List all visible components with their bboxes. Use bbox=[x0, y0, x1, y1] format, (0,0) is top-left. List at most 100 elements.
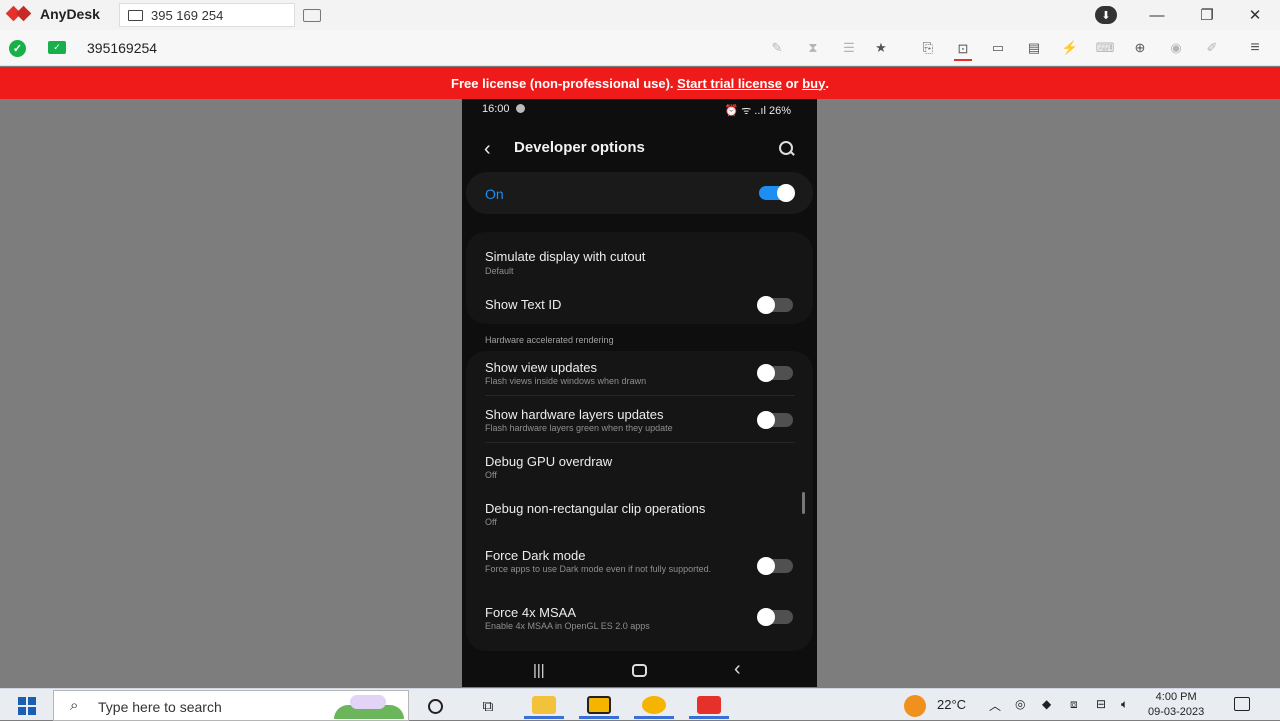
item-subtitle: Default bbox=[485, 266, 514, 276]
display-icon[interactable]: ▭ bbox=[989, 39, 1007, 57]
show-view-updates-item[interactable]: Show view updates Flash views inside win… bbox=[466, 351, 813, 397]
chevron-up-icon[interactable]: ︿ bbox=[989, 697, 1001, 714]
item-title: Debug GPU overdraw bbox=[485, 454, 613, 469]
temperature[interactable]: 22°C bbox=[937, 697, 966, 712]
master-switch[interactable] bbox=[759, 184, 795, 202]
privacy-icon[interactable]: ⊕ bbox=[1131, 39, 1149, 57]
file-transfer-icon[interactable]: ⎘ bbox=[919, 39, 937, 57]
menu-icon[interactable]: ≡ bbox=[1246, 39, 1264, 57]
search-icon: ⌕ bbox=[70, 697, 79, 714]
taskbar-clock[interactable]: 4:00 PM 09-03-2023 bbox=[1148, 690, 1204, 720]
windows-start-icon[interactable] bbox=[18, 697, 36, 715]
cortana-icon[interactable] bbox=[415, 693, 455, 719]
show-text-id-item[interactable]: Show Text ID bbox=[466, 278, 813, 324]
item-subtitle: Flash views inside windows when drawn bbox=[485, 376, 647, 386]
buy-link[interactable]: buy bbox=[802, 76, 825, 91]
force-dark-mode-item[interactable]: Force Dark mode Force apps to use Dark m… bbox=[466, 538, 813, 596]
item-title: Simulate display with cutout bbox=[485, 249, 646, 264]
monitor-icon bbox=[128, 9, 143, 21]
scrollbar[interactable] bbox=[802, 492, 805, 514]
screen-share-icon[interactable]: ⊡ bbox=[954, 39, 972, 61]
item-subtitle: Off bbox=[485, 517, 497, 527]
app-brand: AnyDesk bbox=[8, 6, 100, 22]
close-button[interactable]: ✕ bbox=[1232, 0, 1278, 30]
home-icon[interactable] bbox=[632, 664, 647, 677]
connection-ok-icon: ✓ bbox=[9, 40, 26, 57]
hardware-layers-switch[interactable] bbox=[757, 411, 793, 429]
section-header: Hardware accelerated rendering bbox=[485, 335, 614, 345]
item-subtitle: Force apps to use Dark mode even if not … bbox=[485, 564, 712, 574]
remote-address: 395169254 bbox=[87, 40, 158, 56]
chat-icon[interactable]: ✎ bbox=[768, 39, 786, 57]
search-icon[interactable] bbox=[779, 141, 795, 157]
status-indicators: ⏰ ᯤ ..ıl 26% bbox=[724, 105, 791, 117]
search-highlight-illustration bbox=[326, 693, 406, 719]
bolt-icon[interactable]: ⚡ bbox=[1061, 39, 1079, 57]
anydesk-logo-icon bbox=[8, 6, 32, 22]
recent-apps-icon[interactable]: ||| bbox=[533, 662, 545, 679]
anydesk-taskbar-icon[interactable] bbox=[689, 693, 729, 719]
volume-muted-icon[interactable]: 🔈︎ bbox=[1121, 697, 1128, 712]
keyboard-icon[interactable]: ⌨ bbox=[1096, 39, 1115, 57]
debug-clip-item[interactable]: Debug non-rectangular clip operations Of… bbox=[466, 491, 813, 537]
divider bbox=[485, 442, 795, 443]
record-icon[interactable]: ◉ bbox=[1167, 39, 1185, 57]
star-icon[interactable]: ★ bbox=[872, 39, 890, 57]
hardware-layers-item[interactable]: Show hardware layers updates Flash hardw… bbox=[466, 397, 813, 443]
onedrive-icon[interactable]: ◎ bbox=[1015, 697, 1025, 711]
usb-icon[interactable]: ⧈ bbox=[1070, 697, 1078, 712]
new-session-icon[interactable] bbox=[303, 9, 321, 22]
chat-bubble-icon[interactable]: ▤ bbox=[1025, 39, 1043, 57]
network-icon[interactable]: ⊟ bbox=[1096, 697, 1106, 711]
app-taskbar-icon[interactable] bbox=[579, 693, 619, 719]
item-subtitle: Enable 4x MSAA in OpenGL ES 2.0 apps bbox=[485, 621, 650, 631]
clock-date: 09-03-2023 bbox=[1148, 706, 1205, 718]
start-trial-link[interactable]: Start trial license bbox=[677, 76, 782, 91]
title-bar: AnyDesk 395 169 254 ⬇ — ❐ ✕ bbox=[0, 0, 1280, 30]
debug-gpu-overdraw-item[interactable]: Debug GPU overdraw Off bbox=[466, 444, 813, 490]
license-banner: Free license (non-professional use). Sta… bbox=[0, 67, 1280, 99]
simulate-cutout-item[interactable]: Simulate display with cutout Default bbox=[466, 232, 813, 278]
force-msaa-item[interactable]: Force 4x MSAA Enable 4x MSAA in OpenGL E… bbox=[466, 597, 813, 645]
settings-card: Show view updates Flash views inside win… bbox=[466, 351, 813, 651]
file-explorer-icon[interactable] bbox=[524, 693, 564, 719]
show-text-id-switch[interactable] bbox=[757, 296, 793, 314]
defender-icon[interactable]: ◆ bbox=[1042, 697, 1051, 711]
hourglass-icon[interactable]: ⧗ bbox=[804, 39, 822, 57]
minimize-button[interactable]: — bbox=[1134, 0, 1180, 30]
task-view-icon[interactable]: ⧉ bbox=[468, 693, 508, 719]
notification-icon[interactable] bbox=[1234, 697, 1250, 711]
session-tab[interactable]: 395 169 254 bbox=[119, 3, 295, 27]
item-subtitle: Off bbox=[485, 470, 497, 480]
taskbar-search-input[interactable]: ⌕ Type here to search bbox=[53, 690, 409, 721]
back-arrow-icon[interactable]: ‹ bbox=[484, 138, 491, 161]
search-placeholder: Type here to search bbox=[98, 699, 222, 715]
app-name: AnyDesk bbox=[40, 6, 100, 22]
item-title: Show Text ID bbox=[485, 297, 562, 312]
master-label: On bbox=[485, 186, 504, 202]
remote-monitor-icon[interactable]: ✓ bbox=[48, 41, 66, 54]
weather-icon[interactable] bbox=[904, 695, 926, 717]
license-text: Free license (non-professional use). bbox=[451, 75, 678, 91]
phone-nav-bar: ||| ‹ bbox=[462, 655, 817, 687]
item-title: Show view updates bbox=[485, 360, 598, 375]
show-view-updates-switch[interactable] bbox=[757, 364, 793, 382]
session-tab-label: 395 169 254 bbox=[151, 7, 224, 23]
nav-back-icon[interactable]: ‹ bbox=[734, 658, 741, 681]
clock-time: 4:00 PM bbox=[1155, 691, 1197, 703]
item-title: Force 4x MSAA bbox=[485, 605, 577, 620]
force-dark-mode-switch[interactable] bbox=[757, 557, 793, 575]
license-period: . bbox=[825, 75, 829, 91]
database-icon[interactable]: ☰ bbox=[840, 39, 858, 57]
restore-button[interactable]: ❐ bbox=[1184, 0, 1230, 30]
windows-taskbar: ⌕ Type here to search ⧉ 22°C ︿ ◎ ◆ ⧈ ⊟ 🔈… bbox=[0, 688, 1280, 721]
download-icon[interactable]: ⬇ bbox=[1095, 6, 1117, 24]
force-msaa-switch[interactable] bbox=[757, 608, 793, 626]
app-taskbar-icon-2[interactable] bbox=[634, 693, 674, 719]
session-toolbar: ✓ ✓ 395169254 ✎ ⧗ ☰ ★ ⎘ ⊡ ▭ ▤ ⚡ ⌨ ⊕ ◉ ✐ … bbox=[0, 30, 1280, 66]
draw-icon[interactable]: ✐ bbox=[1203, 39, 1221, 57]
item-title: Force Dark mode bbox=[485, 548, 586, 563]
remote-phone-screen[interactable]: 16:00 ⏰ ᯤ ..ıl 26% ‹ Developer options O… bbox=[462, 99, 817, 687]
developer-options-master-toggle[interactable]: On bbox=[466, 172, 813, 214]
divider bbox=[485, 395, 795, 396]
